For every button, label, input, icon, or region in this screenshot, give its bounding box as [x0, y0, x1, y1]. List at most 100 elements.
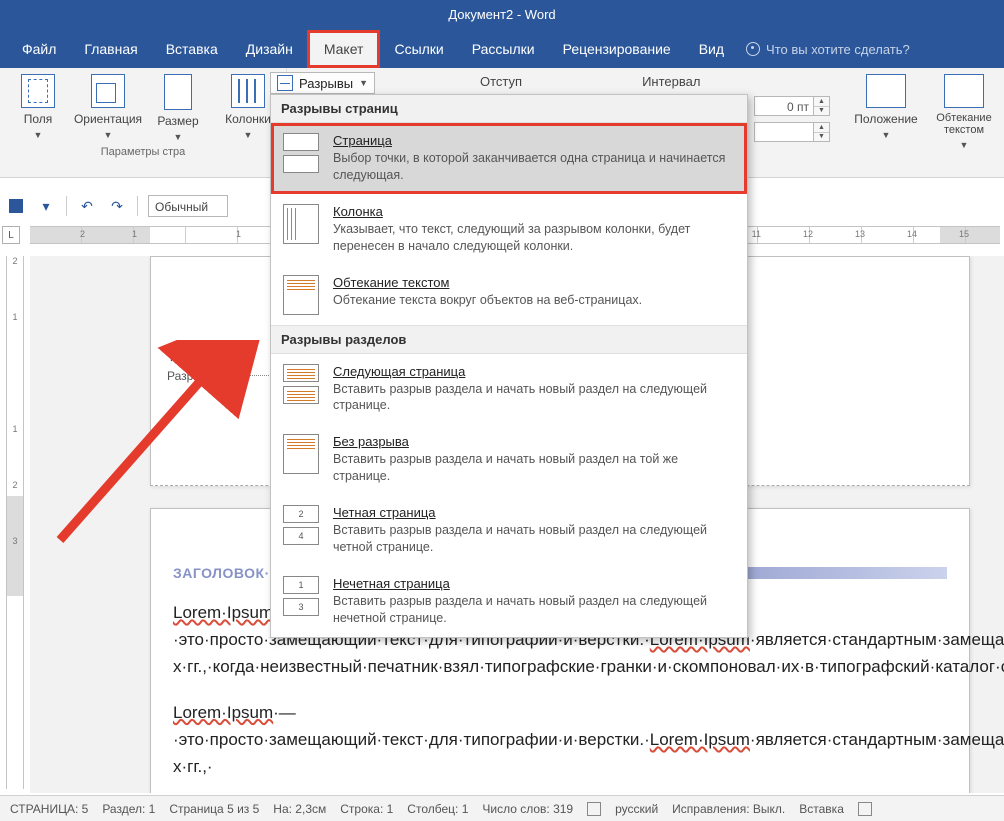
position-icon: [866, 74, 906, 108]
tab-view[interactable]: Вид: [685, 30, 738, 68]
spellcheck-icon[interactable]: [587, 802, 601, 816]
tab-file[interactable]: Файл: [8, 30, 70, 68]
indent-label: Отступ: [480, 74, 522, 89]
title-bar: Документ2 - Word: [0, 0, 1004, 30]
spacing-spinners: 0 пт ▲▼ ▲▼: [754, 96, 830, 142]
spacing-label: Интервал: [642, 74, 700, 89]
dropdown-item-page[interactable]: Страница Выбор точки, в которой заканчив…: [271, 123, 747, 194]
margins-icon: [21, 74, 55, 108]
status-at[interactable]: На: 2,3см: [273, 802, 326, 816]
ribbon-group-page-setup: Поля ▼ Ориентация ▼ Размер ▼ Колонки ▼ П…: [0, 68, 287, 177]
quick-access-toolbar: ▾ ↶ ↷ Обычный: [6, 192, 228, 220]
tab-layout[interactable]: Макет: [307, 30, 381, 68]
tab-design[interactable]: Дизайн: [232, 30, 307, 68]
columns-icon: [231, 74, 265, 108]
breaks-label: Разрывы: [299, 76, 353, 91]
status-track[interactable]: Исправления: Выкл.: [672, 802, 785, 816]
size-icon: [164, 74, 192, 110]
tab-mailings[interactable]: Рассылки: [458, 30, 549, 68]
status-page[interactable]: СТРАНИЦА: 5: [10, 802, 88, 816]
paragraph-mark: ¶: [167, 343, 177, 364]
status-line[interactable]: Строка: 1: [340, 802, 393, 816]
menu-bar: Файл Главная Вставка Дизайн Макет Ссылки…: [0, 30, 1004, 68]
dropdown-item-oddpage[interactable]: 13 Нечетная страница Вставить разрыв раз…: [271, 566, 747, 637]
status-words[interactable]: Число слов: 319: [482, 802, 573, 816]
ribbon: Поля ▼ Ориентация ▼ Размер ▼ Колонки ▼ П…: [0, 68, 1004, 178]
margins-button[interactable]: Поля ▼: [8, 74, 68, 142]
spacing-after-spinner[interactable]: ▲▼: [754, 122, 830, 142]
window-title: Документ2 - Word: [448, 7, 555, 22]
spin-arrows[interactable]: ▲▼: [814, 122, 830, 142]
tab-selector[interactable]: L: [2, 226, 20, 244]
tell-me-label: Что вы хотите сделать?: [766, 42, 910, 57]
margins-label: Поля: [24, 112, 53, 126]
macro-icon[interactable]: [858, 802, 872, 816]
wrap-icon: [944, 74, 984, 108]
vertical-ruler[interactable]: 21123: [6, 256, 24, 789]
chevron-down-icon: ▼: [174, 132, 183, 142]
dropdown-section-section-breaks: Разрывы разделов: [271, 325, 747, 354]
bulb-icon: [746, 42, 760, 56]
dropdown-item-desc: Вставить разрыв раздела и начать новый р…: [333, 522, 735, 556]
dropdown-item-desc: Обтекание текста вокруг объектов на веб-…: [333, 292, 735, 309]
chevron-down-icon: ▼: [34, 130, 43, 140]
dropdown-item-nextpage[interactable]: Следующая страница Вставить разрыв разде…: [271, 354, 747, 425]
dropdown-item-desc: Выбор точки, в которой заканчивается одн…: [333, 150, 735, 184]
wrap-label: Обтекание текстом: [934, 112, 994, 136]
dropdown-item-evenpage[interactable]: 24 Четная страница Вставить разрыв разде…: [271, 495, 747, 566]
ribbon-group-arrange: Положение ▼ Обтекание текстом ▼: [856, 74, 994, 150]
style-selector[interactable]: Обычный: [148, 195, 228, 217]
spacing-before-value[interactable]: 0 пт: [754, 96, 814, 116]
breaks-button[interactable]: Разрывы ▼: [270, 72, 375, 94]
status-bar: СТРАНИЦА: 5 Раздел: 1 Страница 5 из 5 На…: [0, 795, 1004, 821]
size-button[interactable]: Размер ▼: [148, 74, 208, 142]
orientation-label: Ориентация: [74, 112, 142, 126]
breaks-dropdown: Разрывы страниц Страница Выбор точки, в …: [270, 94, 748, 638]
columns-button[interactable]: Колонки ▼: [218, 74, 278, 142]
chevron-down-icon: ▼: [882, 130, 891, 140]
dropdown-item-continuous[interactable]: Без разрыва Вставить разрыв раздела и на…: [271, 424, 747, 495]
oddpage-break-icon: 13: [283, 576, 319, 616]
dropdown-item-textwrap[interactable]: Обтекание текстом Обтекание текста вокру…: [271, 265, 747, 325]
status-section[interactable]: Раздел: 1: [102, 802, 155, 816]
status-lang[interactable]: русский: [615, 802, 658, 816]
continuous-break-icon: [283, 434, 319, 474]
column-break-icon: [283, 204, 319, 244]
dropdown-item-title: Нечетная страница: [333, 576, 735, 591]
tab-insert[interactable]: Вставка: [152, 30, 232, 68]
heading-highlight: [727, 567, 947, 579]
tab-references[interactable]: Ссылки: [380, 30, 457, 68]
separator: [137, 196, 138, 216]
breaks-icon: [277, 75, 293, 91]
dropdown-item-column[interactable]: Колонка Указывает, что текст, следующий …: [271, 194, 747, 265]
chevron-down-icon: ▼: [244, 130, 253, 140]
group-label-page-setup: Параметры стра: [101, 146, 185, 158]
qat-dropdown[interactable]: ▾: [36, 196, 56, 216]
status-page-of[interactable]: Страница 5 из 5: [169, 802, 259, 816]
columns-label: Колонки: [225, 112, 271, 126]
tab-layout-wrap: Макет: [307, 30, 381, 68]
orientation-button[interactable]: Ориентация ▼: [78, 74, 138, 142]
body-paragraph-2: Lorem·Ipsum·—·это·просто·замещающий·текс…: [173, 699, 947, 781]
spacing-after-value[interactable]: [754, 122, 814, 142]
nextpage-break-icon: [283, 364, 319, 404]
redo-button[interactable]: ↷: [107, 196, 127, 216]
dropdown-item-title: Страница: [333, 133, 735, 148]
tell-me[interactable]: Что вы хотите сделать?: [746, 30, 910, 68]
save-button[interactable]: [6, 196, 26, 216]
spacing-before-spinner[interactable]: 0 пт ▲▼: [754, 96, 830, 116]
separator: [66, 196, 67, 216]
status-insert[interactable]: Вставка: [799, 802, 844, 816]
wrap-text-button[interactable]: Обтекание текстом ▼: [934, 74, 994, 150]
tab-review[interactable]: Рецензирование: [549, 30, 685, 68]
undo-button[interactable]: ↶: [77, 196, 97, 216]
status-col[interactable]: Столбец: 1: [407, 802, 468, 816]
tab-home[interactable]: Главная: [70, 30, 151, 68]
dropdown-item-desc: Вставить разрыв раздела и начать новый р…: [333, 593, 735, 627]
spin-arrows[interactable]: ▲▼: [814, 96, 830, 116]
ribbon-section-labels: Отступ Интервал: [480, 74, 700, 89]
evenpage-break-icon: 24: [283, 505, 319, 545]
size-label: Размер: [157, 114, 198, 128]
page-break-icon: [283, 133, 319, 173]
position-button[interactable]: Положение ▼: [856, 74, 916, 150]
